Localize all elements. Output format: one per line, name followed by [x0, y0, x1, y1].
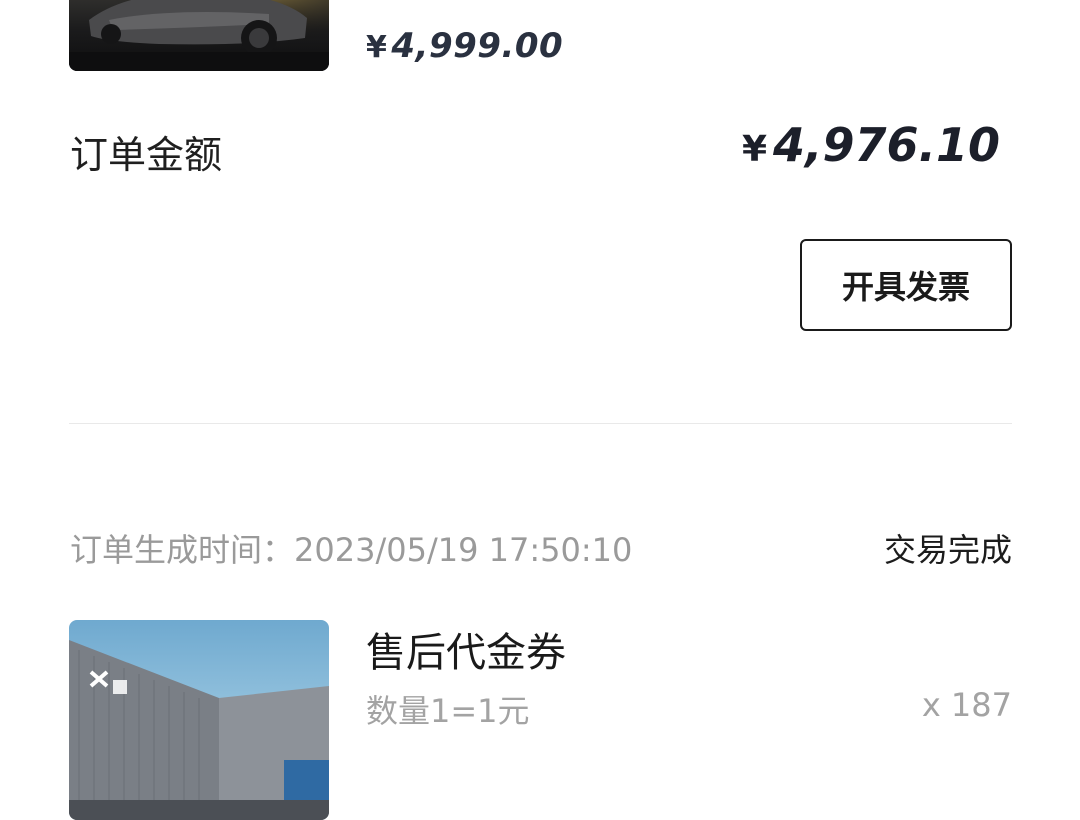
- issue-invoice-button[interactable]: 开具发票: [800, 239, 1012, 331]
- price-value: 4,999.00: [391, 26, 564, 66]
- building-icon: [69, 620, 329, 820]
- car-product-image[interactable]: [69, 0, 329, 71]
- order-time-label: 订单生成时间：: [70, 531, 295, 569]
- currency-symbol: ¥: [741, 129, 767, 170]
- order-amount-value: ¥4,976.10: [742, 118, 1000, 172]
- order-amount-label: 订单金额: [70, 133, 223, 177]
- store-building-image[interactable]: [69, 620, 329, 820]
- total-amount: 4,976.10: [773, 118, 1000, 172]
- order-time-value: 2023/05/19 17:50:10: [294, 531, 633, 569]
- product-quantity: x 187: [921, 686, 1012, 724]
- currency-symbol: ¥: [366, 30, 388, 65]
- product-price: ¥4,999.00: [366, 26, 563, 66]
- section-divider: [69, 423, 1012, 424]
- product-name: 售后代金券: [366, 630, 566, 676]
- order-created-time: 订单生成时间：2023/05/19 17:50:10: [70, 525, 632, 571]
- order-status: 交易完成: [883, 531, 1012, 569]
- product-description: 数量1=1元: [366, 692, 530, 730]
- car-icon: [69, 0, 329, 71]
